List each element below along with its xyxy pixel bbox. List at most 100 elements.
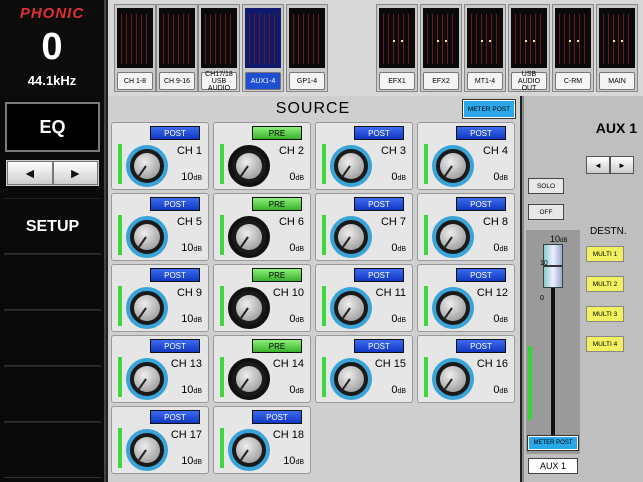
send-mode-button[interactable]: POST [456, 197, 506, 211]
send-level-unit: dB [193, 317, 202, 324]
channel-name: CH 15 [374, 358, 406, 370]
off-button[interactable]: OFF [528, 204, 564, 220]
scope-line [535, 14, 536, 64]
send-mode-button[interactable]: POST [354, 197, 404, 211]
multi-3-button[interactable]: MULTI 3 [586, 306, 624, 322]
send-mode-button[interactable]: POST [456, 126, 506, 140]
send-level-knob[interactable] [330, 287, 372, 329]
scope-line [427, 14, 428, 64]
send-level-knob[interactable] [228, 429, 270, 471]
send-mode-button[interactable]: POST [456, 268, 506, 282]
eq-next-button[interactable]: ► [52, 161, 98, 185]
bank-label: EFX1 [379, 72, 415, 90]
scope-line [131, 14, 132, 64]
multi-2-button[interactable]: MULTI 2 [586, 276, 624, 292]
send-level-unit: dB [499, 246, 508, 253]
scope-line [249, 14, 250, 64]
aux-meter-post-button[interactable]: METER POST [527, 435, 579, 451]
send-level-knob[interactable] [126, 429, 168, 471]
scope-line [393, 14, 394, 64]
send-level-knob[interactable] [126, 287, 168, 329]
send-level-knob[interactable] [228, 216, 270, 258]
send-level-knob[interactable] [330, 216, 372, 258]
send-mode-button[interactable]: PRE [252, 268, 302, 282]
bank-scope [599, 8, 635, 68]
aux-fader[interactable]: 10dB 10 0 [526, 230, 580, 454]
bank-main[interactable]: MAIN [596, 4, 638, 92]
scope-dot [481, 40, 483, 42]
send-level-knob[interactable] [330, 145, 372, 187]
send-level-value: 0dB [289, 313, 304, 325]
send-level-knob[interactable] [126, 358, 168, 400]
bank-efx1[interactable]: EFX1 [376, 4, 418, 92]
send-level-knob[interactable] [330, 358, 372, 400]
channel-meter [220, 286, 224, 326]
bank-mt1-4[interactable]: MT1-4 [464, 4, 506, 92]
send-mode-button[interactable]: POST [150, 268, 200, 282]
send-level-knob[interactable] [228, 145, 270, 187]
setup-row[interactable]: SETUP [4, 198, 101, 254]
send-level-knob[interactable] [432, 216, 474, 258]
send-level-unit: dB [397, 388, 406, 395]
send-level-knob[interactable] [432, 287, 474, 329]
send-mode-button[interactable]: POST [354, 268, 404, 282]
scope-line [476, 14, 477, 64]
bank-ch17-18-usb-audio[interactable]: CH17/18 USB AUDIO [198, 4, 240, 92]
channel-meter [118, 428, 122, 468]
scope-line [225, 14, 226, 64]
channel-meter [220, 144, 224, 184]
aux-prev-button[interactable]: ◄ [586, 156, 610, 174]
send-mode-button[interactable]: PRE [252, 126, 302, 140]
send-level-number: 10 [283, 455, 296, 467]
channel-meter [118, 357, 122, 397]
bank-usb-audio-out[interactable]: USB AUDIO OUT [508, 4, 550, 92]
bank-label: CH 9-16 [159, 72, 195, 90]
bank-c-rm[interactable]: C-RM [552, 4, 594, 92]
bank-scope [289, 8, 325, 68]
channel-strip-13: POST CH 13 10dB [111, 335, 209, 403]
solo-button[interactable]: SOLO [528, 178, 564, 194]
send-level-knob[interactable] [228, 358, 270, 400]
eq-prev-button[interactable]: ◄ [7, 161, 53, 185]
send-mode-button[interactable]: POST [150, 197, 200, 211]
scope-line [183, 14, 184, 64]
send-level-knob[interactable] [126, 216, 168, 258]
bank-ch-9-16[interactable]: CH 9-16 [156, 4, 198, 92]
send-mode-button[interactable]: POST [354, 339, 404, 353]
send-level-knob[interactable] [432, 358, 474, 400]
eq-button[interactable]: EQ [5, 102, 100, 152]
bank-ch-1-8[interactable]: CH 1-8 [114, 4, 156, 92]
send-level-knob[interactable] [432, 145, 474, 187]
send-level-knob[interactable] [228, 287, 270, 329]
send-mode-button[interactable]: POST [456, 339, 506, 353]
scope-line [569, 14, 570, 64]
send-level-unit: dB [397, 175, 406, 182]
bank-aux1-4[interactable]: AUX1-4 [242, 4, 284, 92]
send-mode-button[interactable]: PRE [252, 197, 302, 211]
send-mode-button[interactable]: POST [150, 126, 200, 140]
meter-post-button[interactable]: METER POST [462, 99, 516, 119]
scope-line [559, 14, 560, 64]
eq-arrow-group: ◄ ► [6, 160, 99, 186]
setup-button[interactable]: SETUP [4, 199, 101, 255]
scope-dot [621, 40, 623, 42]
send-level-unit: dB [499, 317, 508, 324]
send-mode-button[interactable]: POST [354, 126, 404, 140]
aux-next-button[interactable]: ► [610, 156, 634, 174]
scope-line [220, 14, 221, 64]
send-mode-button[interactable]: POST [150, 410, 200, 424]
send-mode-button[interactable]: POST [150, 339, 200, 353]
channel-strip-16: POST CH 16 0dB [417, 335, 515, 403]
send-level-knob[interactable] [126, 145, 168, 187]
bank-efx2[interactable]: EFX2 [420, 4, 462, 92]
send-mode-button[interactable]: PRE [252, 339, 302, 353]
bank-gp1-4[interactable]: GP1-4 [286, 4, 328, 92]
channel-name: CH 17 [170, 429, 202, 441]
multi-1-button[interactable]: MULTI 1 [586, 246, 624, 262]
send-level-unit: dB [397, 246, 406, 253]
channel-name: CH 16 [476, 358, 508, 370]
send-mode-button[interactable]: POST [252, 410, 302, 424]
multi-4-button[interactable]: MULTI 4 [586, 336, 624, 352]
bank-selector: CH 1-8 CH 9-16 CH17/18 USB AUDIO AUX1-4 GP1-… [108, 0, 643, 96]
scope-line [603, 14, 604, 64]
